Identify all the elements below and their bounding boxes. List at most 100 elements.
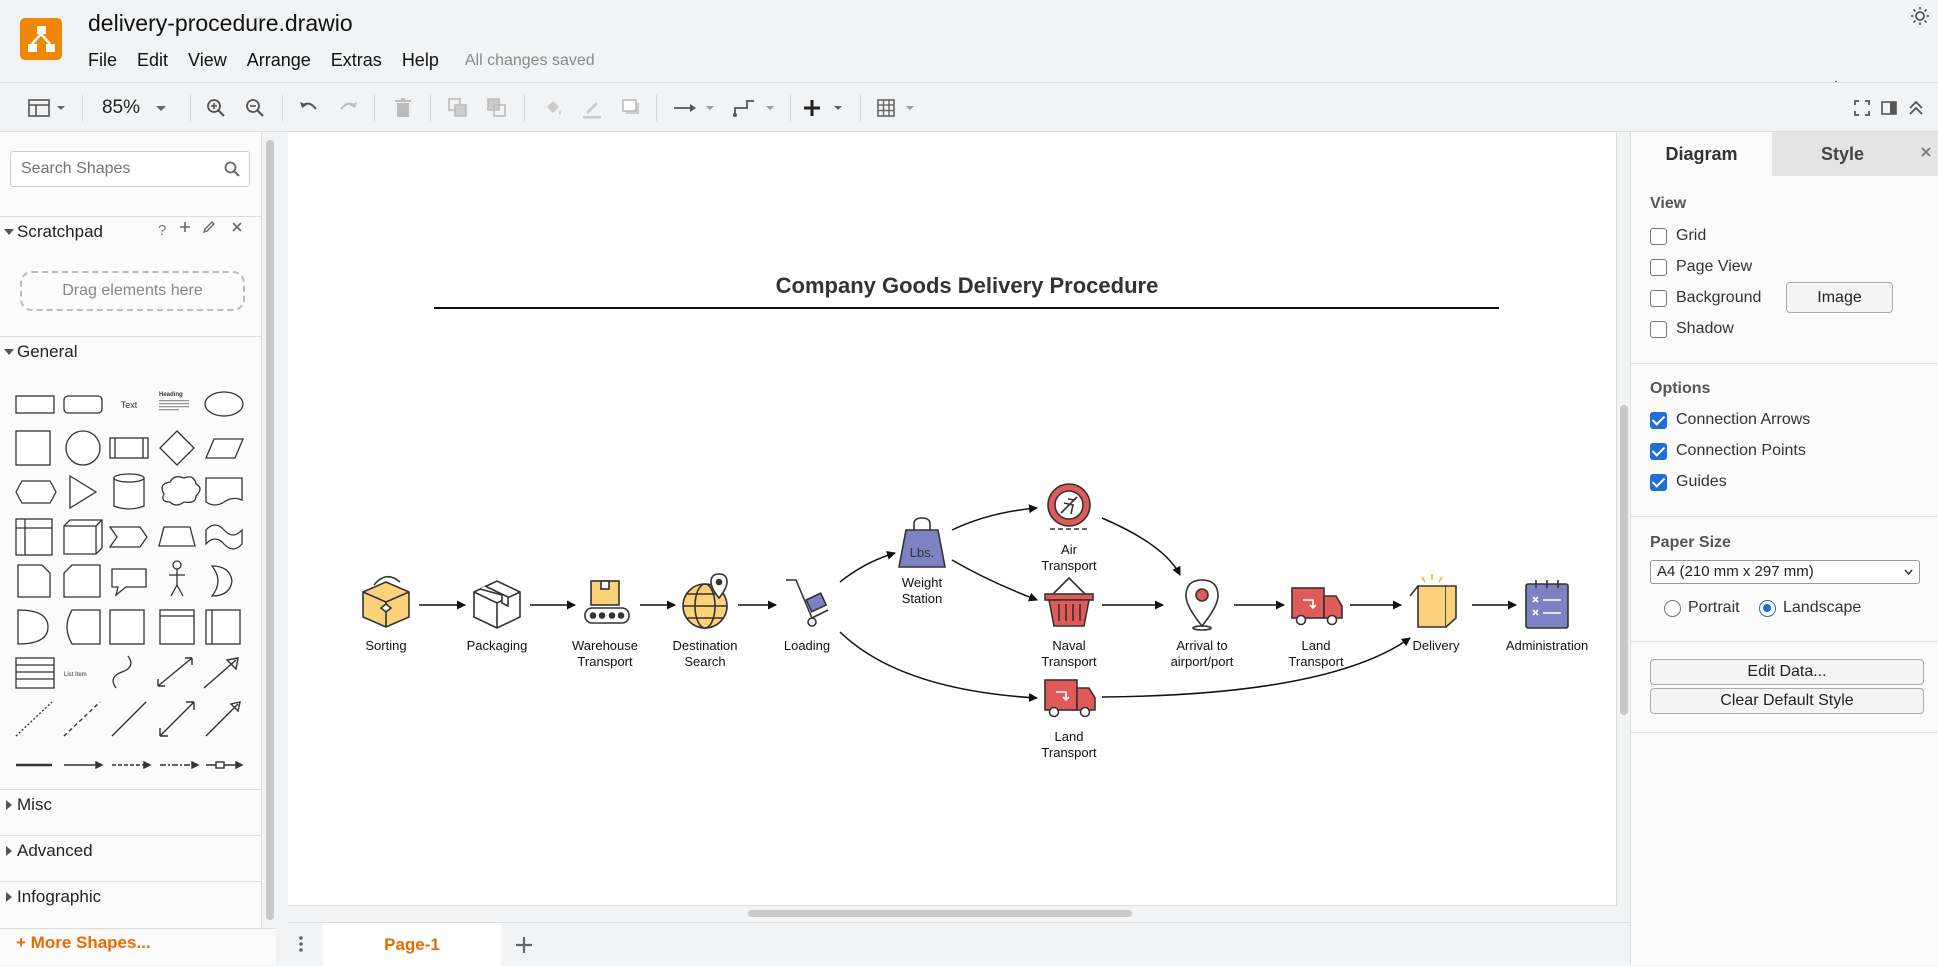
label-air-1: Air xyxy=(1061,542,1078,557)
zoom-in-icon[interactable] xyxy=(203,83,229,133)
basket-icon[interactable] xyxy=(1044,576,1094,627)
diagram-title[interactable]: Company Goods Delivery Procedure xyxy=(776,273,1159,298)
clipboard-list-icon[interactable] xyxy=(1525,580,1569,629)
clear-default-style-button[interactable]: Clear Default Style xyxy=(1650,688,1924,714)
file-title[interactable]: delivery-procedure.drawio xyxy=(88,10,353,37)
menu-view[interactable]: View xyxy=(188,50,227,71)
infographic-section-header[interactable]: Infographic xyxy=(0,881,262,911)
toggle-panel-icon[interactable] xyxy=(1877,83,1901,133)
fill-color-icon[interactable] xyxy=(540,83,566,133)
sorting-box-icon[interactable] xyxy=(362,575,410,628)
format-panel-icon[interactable] xyxy=(24,83,70,133)
paper-size-value: A4 (210 mm x 297 mm) xyxy=(1657,563,1814,580)
collapse-icon[interactable] xyxy=(1904,83,1928,133)
chevron-down-icon xyxy=(4,229,14,235)
zoom-level[interactable]: 85% xyxy=(96,83,176,133)
delete-icon[interactable] xyxy=(390,83,416,133)
misc-section-header[interactable]: Misc xyxy=(0,789,262,819)
menu-help[interactable]: Help xyxy=(402,50,439,71)
label-naval-1: Naval xyxy=(1052,638,1085,653)
app-header: delivery-procedure.drawio File Edit View… xyxy=(0,0,1938,96)
shadow-icon[interactable] xyxy=(618,83,644,133)
insert-icon[interactable] xyxy=(800,83,848,133)
search-icon[interactable] xyxy=(224,161,240,182)
label-administration: Administration xyxy=(1506,638,1588,653)
label-weight-1: Weight xyxy=(902,575,943,590)
scratchpad-header[interactable]: Scratchpad xyxy=(0,216,262,246)
menu-edit[interactable]: Edit xyxy=(137,50,168,71)
theme-sun-icon[interactable] xyxy=(1910,6,1930,31)
menu-extras[interactable]: Extras xyxy=(331,50,382,71)
shadow-label: Shadow xyxy=(1676,320,1734,337)
canvas-vertical-scrollbar[interactable] xyxy=(1620,405,1628,715)
label-warehouse-1: Warehouse xyxy=(572,638,638,653)
canvas-horizontal-scrollbar[interactable] xyxy=(748,910,1132,917)
connection-arrows-checkbox[interactable] xyxy=(1650,412,1667,429)
redo-icon[interactable] xyxy=(335,83,361,133)
location-pin-icon[interactable] xyxy=(1185,579,1219,631)
warehouse-conveyor-icon[interactable] xyxy=(584,580,630,624)
add-icon[interactable] xyxy=(178,220,192,238)
delivery-truck-icon[interactable] xyxy=(1291,587,1343,626)
shapes-sidebar: Scratchpad ? Drag elements here General xyxy=(0,132,262,928)
page-view-checkbox[interactable] xyxy=(1650,259,1667,276)
connection-icon[interactable] xyxy=(670,83,718,133)
portrait-radio[interactable] xyxy=(1664,600,1681,617)
label-delivery: Delivery xyxy=(1413,638,1460,653)
edit-pencil-icon[interactable] xyxy=(202,220,216,238)
scratchpad-title: Scratchpad xyxy=(17,222,103,241)
diagram-page[interactable]: Company Goods Delivery Procedure Sorting… xyxy=(288,132,1617,906)
more-shapes-button[interactable]: + More Shapes... xyxy=(16,933,151,953)
menu-arrange[interactable]: Arrange xyxy=(247,50,311,71)
scratchpad-drop-zone[interactable]: Drag elements here xyxy=(20,271,245,311)
diagram-svg[interactable]: Company Goods Delivery Procedure Sorting… xyxy=(288,132,1617,906)
undo-icon[interactable] xyxy=(296,83,322,133)
connection-points-checkbox[interactable] xyxy=(1650,443,1667,460)
background-image-button[interactable]: Image xyxy=(1786,282,1893,313)
connectors[interactable] xyxy=(419,504,1517,703)
weight-lbs-icon[interactable]: Lbs. xyxy=(898,517,946,568)
menu-file[interactable]: File xyxy=(88,50,117,71)
table-icon[interactable] xyxy=(874,83,922,133)
edit-data-button[interactable]: Edit Data... xyxy=(1650,659,1924,685)
page-tab-page-1[interactable]: Page-1 xyxy=(323,923,501,966)
hand-truck-icon[interactable] xyxy=(786,579,829,627)
globe-pin-icon[interactable] xyxy=(682,573,728,629)
paper-size-select[interactable]: A4 (210 mm x 297 mm) xyxy=(1650,560,1920,584)
airplane-icon[interactable] xyxy=(1047,483,1091,530)
general-section-header[interactable]: General xyxy=(0,336,262,366)
delivery-truck-icon[interactable] xyxy=(1044,679,1096,718)
packaging-box-icon[interactable] xyxy=(473,580,521,629)
label-destination-2: Search xyxy=(684,654,725,669)
guides-checkbox[interactable] xyxy=(1650,474,1667,491)
sidebar-scroll-thumb[interactable] xyxy=(266,140,274,920)
tab-diagram[interactable]: Diagram xyxy=(1631,132,1772,176)
add-page-icon[interactable] xyxy=(514,935,534,960)
advanced-section-header[interactable]: Advanced xyxy=(0,835,262,865)
shadow-checkbox[interactable] xyxy=(1650,321,1667,338)
fullscreen-icon[interactable] xyxy=(1850,83,1874,133)
menu-bar: File Edit View Arrange Extras Help All c… xyxy=(88,50,595,71)
options-section-title: Options xyxy=(1650,380,1711,397)
landscape-radio[interactable] xyxy=(1759,600,1776,617)
open-box-icon[interactable] xyxy=(1409,574,1457,628)
pages-menu-icon[interactable] xyxy=(298,935,304,958)
label-land-1: Land xyxy=(1302,638,1331,653)
drawio-logo-icon[interactable] xyxy=(20,18,62,60)
zoom-out-icon[interactable] xyxy=(242,83,268,133)
background-checkbox[interactable] xyxy=(1650,290,1667,307)
to-back-icon[interactable] xyxy=(484,83,510,133)
search-shapes-input[interactable] xyxy=(10,151,250,187)
close-icon[interactable] xyxy=(230,220,244,238)
close-panel-icon[interactable] xyxy=(1913,132,1938,176)
save-status: All changes saved xyxy=(464,51,595,69)
to-front-icon[interactable] xyxy=(445,83,471,133)
connection-arrows-label: Connection Arrows xyxy=(1676,411,1811,428)
line-color-icon[interactable] xyxy=(579,83,605,133)
waypoints-icon[interactable] xyxy=(730,83,778,133)
label-arrival-1: Arrival to xyxy=(1176,638,1227,653)
chevron-right-icon xyxy=(6,846,12,856)
grid-checkbox[interactable] xyxy=(1650,228,1667,245)
tab-style[interactable]: Style xyxy=(1772,132,1913,176)
help-icon[interactable]: ? xyxy=(158,222,166,239)
